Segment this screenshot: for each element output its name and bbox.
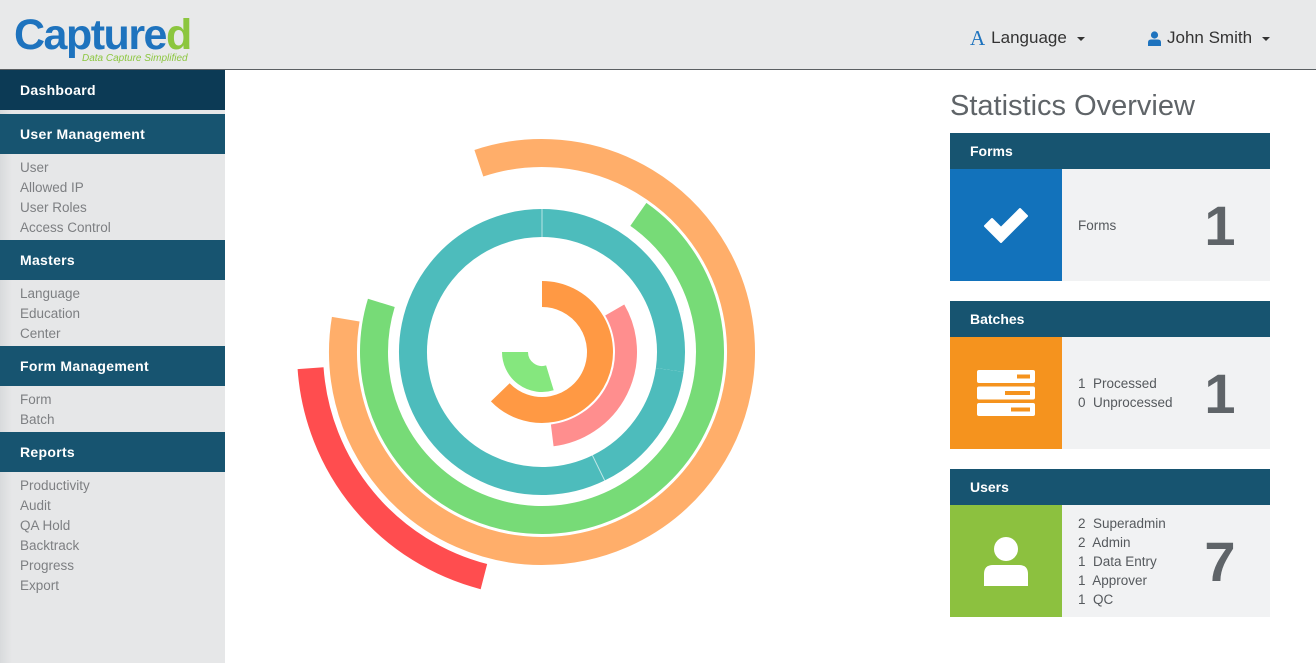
user-name-label: John Smith	[1167, 28, 1253, 47]
forms-panel-body: Forms 1	[950, 169, 1270, 281]
sidebar-item-center[interactable]: Center	[0, 324, 225, 344]
top-header: Captured Data Capture Simplified A Langu…	[0, 0, 1316, 70]
sidebar-item-allowed-ip[interactable]: Allowed IP	[0, 178, 225, 198]
forms-panel-title: Forms	[950, 133, 1270, 169]
users-panel[interactable]: Users 2 Superadmin 2 Admin 1 Data Entry …	[950, 469, 1270, 617]
users-line-qc: 1 QC	[1078, 591, 1114, 607]
batches-line-unprocessed: 0 Unprocessed	[1078, 395, 1173, 410]
users-lines: 2 Superadmin 2 Admin 1 Data Entry 1 Appr…	[1062, 505, 1178, 617]
font-icon: A	[970, 26, 986, 50]
users-count: 7	[1204, 529, 1236, 593]
sidebar-item-export[interactable]: Export	[0, 576, 225, 596]
sidebar-list-form-management: Form Batch	[0, 386, 225, 432]
forms-lines: Forms	[1062, 169, 1178, 281]
captured-logo[interactable]: Captured Data Capture Simplified	[14, 10, 214, 68]
batches-panel[interactable]: Batches 1 Processed 0 Unprocessed 1	[950, 301, 1270, 449]
check-icon	[984, 208, 1028, 243]
server-icon	[977, 370, 1035, 416]
sidebar-list-masters: Language Education Center	[0, 280, 225, 346]
sidebar-section-reports[interactable]: Reports	[0, 432, 225, 472]
users-line-superadmin: 2 Superadmin	[1078, 515, 1166, 531]
sidebar-item-backtrack[interactable]: Backtrack	[0, 536, 225, 556]
language-menu[interactable]: A Language	[970, 26, 1085, 50]
user-icon	[984, 537, 1028, 586]
sidebar-item-language[interactable]: Language	[0, 284, 225, 304]
stats-title: Statistics Overview	[950, 90, 1195, 122]
users-line-data-entry: 1 Data Entry	[1078, 553, 1157, 569]
forms-line: Forms	[1078, 217, 1117, 233]
batches-lines: 1 Processed 0 Unprocessed	[1062, 337, 1178, 449]
sidebar-item-education[interactable]: Education	[0, 304, 225, 324]
batches-panel-title: Batches	[950, 301, 1270, 337]
sidebar-item-user-roles[interactable]: User Roles	[0, 198, 225, 218]
users-panel-title: Users	[950, 469, 1270, 505]
forms-icon-box	[950, 169, 1062, 281]
sidebar-list-user-management: User Allowed IP User Roles Access Contro…	[0, 154, 225, 240]
batches-icon-box	[950, 337, 1062, 449]
users-line-admin: 2 Admin	[1078, 534, 1131, 550]
sidebar-item-audit[interactable]: Audit	[0, 496, 225, 516]
sidebar-item-access-control[interactable]: Access Control	[0, 218, 225, 238]
sidebar-section-form-management[interactable]: Form Management	[0, 346, 225, 386]
batches-panel-body: 1 Processed 0 Unprocessed 1	[950, 337, 1270, 449]
sidebar-item-user[interactable]: User	[0, 158, 225, 178]
logo-tagline: Data Capture Simplified	[82, 53, 188, 64]
chart-arc-8	[490, 281, 613, 423]
sidebar-section-masters[interactable]: Masters	[0, 240, 225, 280]
sidebar-item-productivity[interactable]: Productivity	[0, 476, 225, 496]
users-icon-box	[950, 505, 1062, 617]
sidebar: Dashboard User Management User Allowed I…	[0, 70, 225, 663]
sidebar-section-user-management[interactable]: User Management	[0, 114, 225, 154]
sidebar-dashboard[interactable]: Dashboard	[0, 70, 225, 110]
sidebar-item-batch[interactable]: Batch	[0, 410, 225, 430]
sidebar-item-progress[interactable]: Progress	[0, 556, 225, 576]
user-small-icon	[1148, 30, 1161, 46]
user-menu[interactable]: John Smith	[1148, 28, 1271, 48]
users-line-approver: 1 Approver	[1078, 572, 1148, 588]
sidebar-item-form[interactable]: Form	[0, 390, 225, 410]
language-label: Language	[991, 28, 1067, 47]
caret-down-icon	[1076, 37, 1085, 41]
batches-count: 1	[1204, 361, 1236, 425]
batches-line-processed: 1 Processed	[1078, 376, 1157, 391]
caret-down-icon	[1262, 37, 1271, 41]
sidebar-item-qa-hold[interactable]: QA Hold	[0, 516, 225, 536]
forms-panel[interactable]: Forms Forms 1	[950, 133, 1270, 281]
forms-count: 1	[1204, 193, 1236, 257]
users-panel-body: 2 Superadmin 2 Admin 1 Data Entry 1 Appr…	[950, 505, 1270, 617]
sidebar-list-reports: Productivity Audit QA Hold Backtrack Pro…	[0, 472, 225, 598]
chart-arc-9	[502, 351, 554, 392]
polar-area-chart	[297, 139, 755, 590]
